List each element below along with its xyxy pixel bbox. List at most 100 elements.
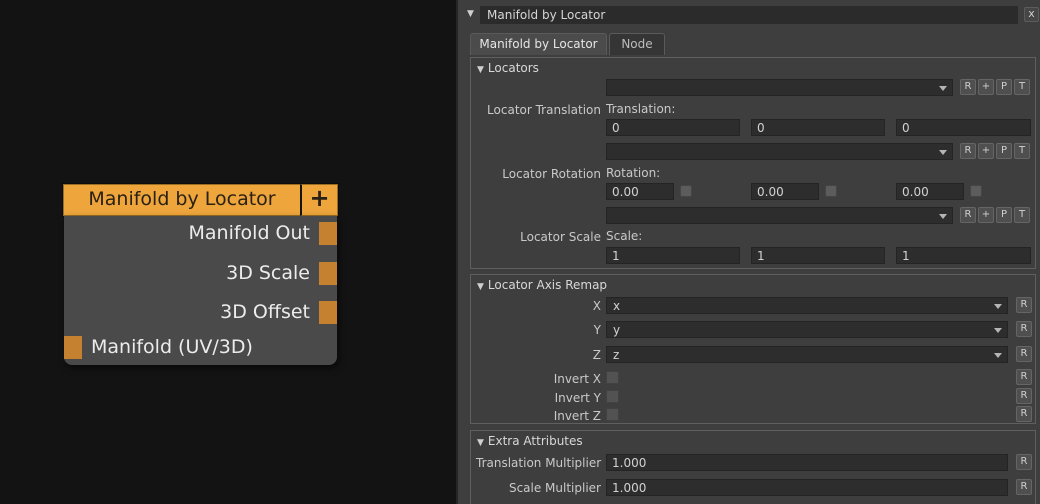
invert-z-checkbox[interactable]: [606, 408, 619, 421]
axis-y-dropdown[interactable]: y: [606, 321, 1008, 338]
group-title-text: Locator Axis Remap: [488, 278, 607, 292]
p-button[interactable]: P: [996, 79, 1012, 95]
label-invert-z: Invert Z: [476, 409, 601, 423]
node-add-button[interactable]: +: [300, 184, 338, 216]
port-manifold-out[interactable]: [319, 222, 337, 245]
close-icon[interactable]: x: [1024, 7, 1039, 22]
scale-button-strip: R + P T: [960, 207, 1030, 223]
rotation-z-slider-handle[interactable]: [970, 185, 982, 197]
r-button[interactable]: R: [1016, 388, 1032, 404]
axis-z-dropdown[interactable]: z: [606, 346, 1008, 363]
t-button[interactable]: T: [1014, 79, 1030, 95]
dropdown-value: x: [613, 299, 620, 314]
label-translation-multiplier: Translation Multiplier: [476, 456, 601, 470]
r-button[interactable]: R: [960, 143, 976, 159]
group-title-text: Extra Attributes: [488, 434, 583, 448]
dropdown-arrow-icon: [994, 328, 1002, 333]
r-button[interactable]: R: [1016, 479, 1032, 495]
port-3d-scale[interactable]: [319, 262, 337, 285]
rotation-button-strip: R + P T: [960, 143, 1030, 159]
dropdown-value: z: [613, 348, 619, 363]
parameters-panel: ▼ Manifold by Locator x Manifold by Loca…: [456, 0, 1040, 504]
invert-x-checkbox[interactable]: [606, 371, 619, 384]
label-translation: Translation:: [606, 102, 675, 116]
r-button[interactable]: R: [960, 79, 976, 95]
scale-multiplier-field[interactable]: [606, 479, 1008, 496]
rotation-y-field[interactable]: [751, 183, 819, 200]
port-3d-offset[interactable]: [319, 301, 337, 324]
collapse-triangle-icon: ▼: [477, 282, 484, 292]
port-label-manifold-out: Manifold Out: [189, 222, 311, 245]
node-graph-canvas[interactable]: Manifold by Locator + Manifold Out 3D Sc…: [0, 0, 456, 504]
group-axis-remap-title[interactable]: ▼ Locator Axis Remap: [477, 278, 607, 292]
plus-button[interactable]: +: [978, 143, 994, 159]
node-body: Manifold Out 3D Scale 3D Offset Manifold…: [64, 216, 337, 365]
tab-node[interactable]: Node: [609, 33, 665, 55]
locator-rotation-dropdown[interactable]: [606, 143, 953, 160]
dropdown-arrow-icon: [939, 86, 947, 91]
group-extra-attributes-title[interactable]: ▼ Extra Attributes: [477, 434, 583, 448]
label-axis-x: X: [476, 299, 601, 313]
r-button[interactable]: R: [1016, 454, 1032, 470]
dropdown-arrow-icon: [939, 150, 947, 155]
rotation-y-slider-handle[interactable]: [825, 185, 837, 197]
invert-y-checkbox[interactable]: [606, 390, 619, 403]
p-button[interactable]: P: [996, 143, 1012, 159]
collapse-triangle-icon: ▼: [477, 65, 484, 75]
group-locators: ▼ Locators R + P T Locator Translation Tr…: [470, 57, 1036, 269]
port-manifold-uv3d[interactable]: [64, 336, 82, 359]
dropdown-arrow-icon: [994, 304, 1002, 309]
locator-translation-dropdown[interactable]: [606, 79, 953, 96]
rotation-x-slider-handle[interactable]: [680, 185, 692, 197]
p-button[interactable]: P: [996, 207, 1012, 223]
dropdown-value: y: [613, 323, 620, 338]
label-locator-translation: Locator Translation: [476, 103, 601, 117]
axis-x-dropdown[interactable]: x: [606, 297, 1008, 314]
r-button[interactable]: R: [960, 207, 976, 223]
scale-y-field[interactable]: [751, 247, 885, 264]
scale-z-field[interactable]: [896, 247, 1031, 264]
t-button[interactable]: T: [1014, 207, 1030, 223]
node-manifold-by-locator[interactable]: Manifold by Locator + Manifold Out 3D Sc…: [63, 184, 338, 365]
r-button[interactable]: R: [1016, 297, 1032, 313]
r-button[interactable]: R: [1016, 346, 1032, 362]
group-locators-title[interactable]: ▼ Locators: [477, 61, 539, 75]
plus-button[interactable]: +: [978, 79, 994, 95]
group-locator-axis-remap: ▼Locator Axis Remap X x R Y y R Z z R In…: [470, 274, 1036, 424]
plus-button[interactable]: +: [978, 207, 994, 223]
tab-manifold-by-locator[interactable]: Manifold by Locator: [470, 33, 607, 55]
label-invert-x: Invert X: [476, 372, 601, 386]
label-rotation: Rotation:: [606, 166, 660, 180]
scale-x-field[interactable]: [606, 247, 740, 264]
katana-window: Manifold by Locator + Manifold Out 3D Sc…: [0, 0, 1040, 504]
translation-y-field[interactable]: [751, 119, 885, 136]
locator-scale-dropdown[interactable]: [606, 207, 953, 224]
dropdown-arrow-icon: [994, 353, 1002, 358]
r-button[interactable]: R: [1016, 321, 1032, 337]
collapse-triangle-icon[interactable]: ▼: [467, 9, 474, 19]
r-button[interactable]: R: [1016, 406, 1032, 422]
collapse-triangle-icon: ▼: [477, 438, 484, 448]
panel-title[interactable]: Manifold by Locator: [480, 6, 1018, 24]
translation-multiplier-field[interactable]: [606, 454, 1008, 471]
label-invert-y: Invert Y: [476, 391, 601, 405]
group-title-text: Locators: [488, 61, 539, 75]
group-extra-attributes: ▼ Extra Attributes Translation Multiplier…: [470, 430, 1036, 504]
rotation-z-field[interactable]: [896, 183, 964, 200]
label-scale-multiplier: Scale Multiplier: [476, 481, 601, 495]
r-button[interactable]: R: [1016, 369, 1032, 385]
port-label-manifold-uv3d: Manifold (UV/3D): [91, 336, 253, 359]
label-axis-z: Z: [476, 348, 601, 362]
translation-button-strip: R + P T: [960, 79, 1030, 95]
label-scale: Scale:: [606, 229, 642, 243]
port-label-3d-scale: 3D Scale: [226, 262, 310, 285]
label-locator-rotation: Locator Rotation: [476, 167, 601, 181]
port-label-3d-offset: 3D Offset: [220, 301, 310, 324]
node-header: Manifold by Locator +: [63, 184, 338, 216]
translation-x-field[interactable]: [606, 119, 740, 136]
node-title[interactable]: Manifold by Locator: [63, 184, 300, 216]
rotation-x-field[interactable]: [606, 183, 674, 200]
dropdown-arrow-icon: [939, 214, 947, 219]
t-button[interactable]: T: [1014, 143, 1030, 159]
translation-z-field[interactable]: [896, 119, 1031, 136]
